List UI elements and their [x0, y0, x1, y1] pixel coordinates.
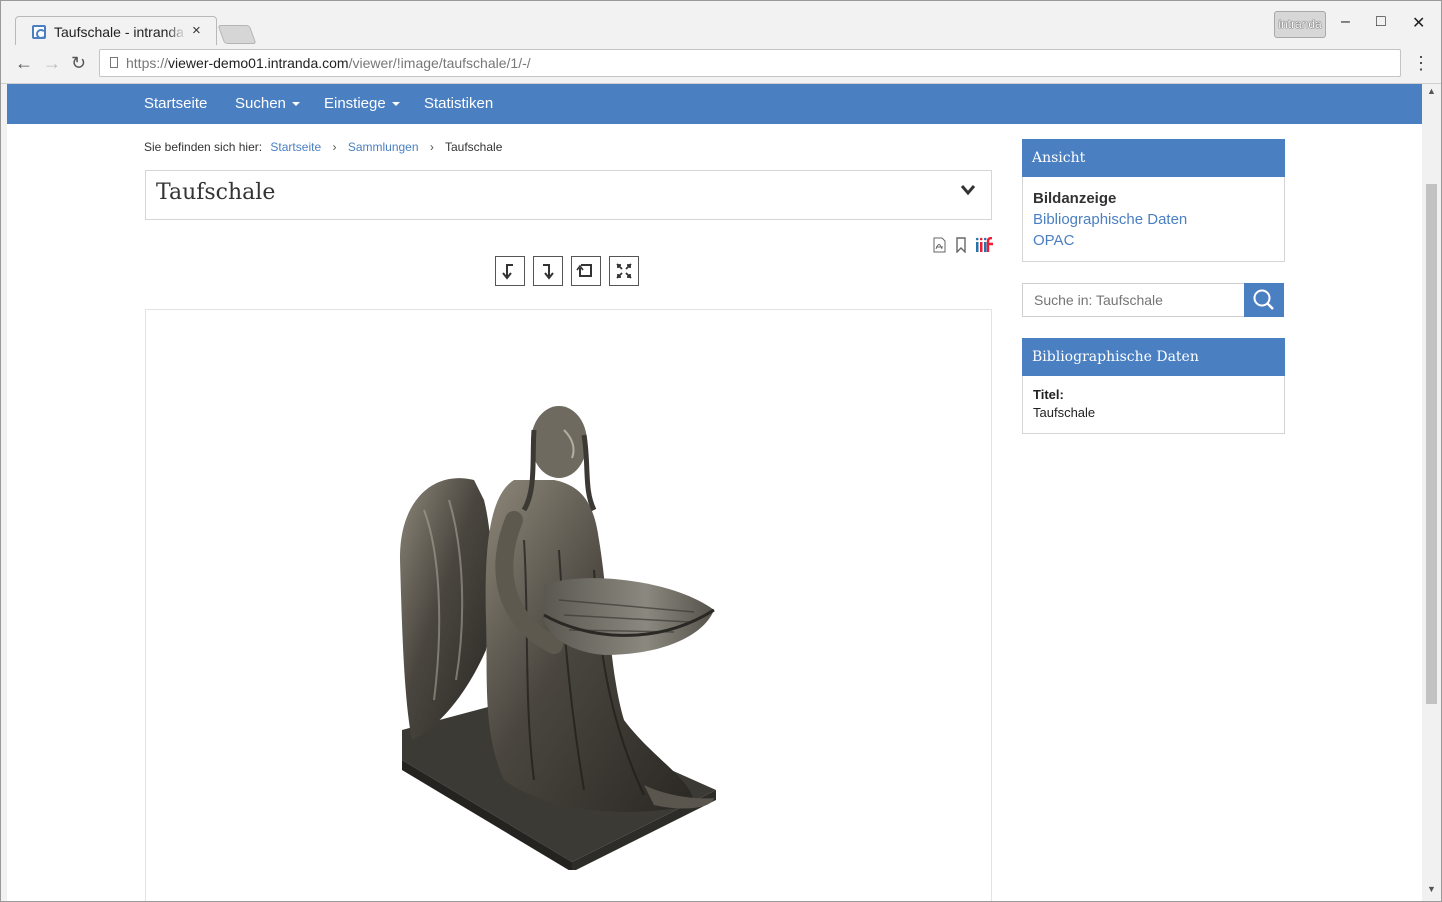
- url-path: /viewer/!image/taufschale/1/-/: [348, 55, 531, 71]
- breadcrumb-current: Taufschale: [445, 140, 503, 154]
- address-bar[interactable]: https://viewer-demo01.intranda.com/viewe…: [99, 49, 1401, 77]
- nav-startseite[interactable]: Startseite: [144, 95, 207, 112]
- url-host: viewer-demo01.intranda.com: [168, 55, 349, 71]
- search-icon: [1253, 289, 1274, 310]
- nav-suchen[interactable]: Suchen: [235, 95, 300, 112]
- biblio-widget-heading: Bibliographische Daten: [1022, 338, 1285, 376]
- biblio-field-value: Taufschale: [1033, 405, 1096, 420]
- breadcrumb-prefix: Sie befinden sich hier:: [144, 140, 263, 154]
- view-widget-heading: Ansicht: [1022, 139, 1285, 177]
- dropdown-caret-icon: [391, 102, 400, 107]
- pdf-icon[interactable]: [933, 237, 946, 253]
- fullscreen-icon: [616, 263, 632, 279]
- search-button[interactable]: [1244, 283, 1284, 317]
- fullscreen-button[interactable]: [609, 256, 639, 286]
- rotate-left-button[interactable]: [495, 256, 525, 286]
- biblio-widget: Titel: Taufschale: [1022, 376, 1285, 434]
- back-icon[interactable]: ←: [15, 53, 33, 74]
- chevron-down-icon[interactable]: [961, 183, 975, 197]
- rotate-right-icon: [543, 264, 554, 280]
- breadcrumb-separator: ›: [429, 140, 434, 154]
- page-viewport: Startseite Suchen Einstiege Statistiken …: [7, 84, 1422, 901]
- main-navbar: Startseite Suchen Einstiege Statistiken: [7, 84, 1422, 124]
- view-widget: Bildanzeige Bibliographische Daten OPAC: [1022, 177, 1285, 262]
- nav-statistiken-label: Statistiken: [424, 95, 494, 112]
- dropdown-caret-icon: [291, 102, 300, 107]
- reload-icon[interactable]: ↻: [71, 53, 86, 74]
- breadcrumb-separator: ›: [332, 140, 337, 154]
- page-info-icon[interactable]: [110, 57, 118, 68]
- reset-view-icon: [576, 264, 592, 277]
- view-item-opac[interactable]: OPAC: [1033, 232, 1074, 249]
- browser-toolbar: ← → ↻ https://viewer-demo01.intranda.com…: [1, 45, 1441, 84]
- minimize-icon[interactable]: –: [1341, 13, 1350, 31]
- nav-startseite-label: Startseite: [144, 95, 208, 112]
- image-viewer[interactable]: [145, 309, 992, 901]
- maximize-icon[interactable]: □: [1376, 13, 1386, 31]
- intranda-favicon-icon: [32, 25, 46, 39]
- close-window-icon[interactable]: ✕: [1412, 13, 1425, 33]
- scroll-up-icon[interactable]: ▲: [1427, 86, 1436, 96]
- view-item-bibliographische-daten[interactable]: Bibliographische Daten: [1033, 211, 1187, 228]
- reset-view-button[interactable]: [571, 256, 601, 286]
- profile-button[interactable]: intranda: [1274, 11, 1326, 38]
- biblio-field-label: Titel:: [1033, 387, 1064, 402]
- page-title: Taufschale: [156, 180, 276, 205]
- nav-suchen-label: Suchen: [235, 95, 286, 112]
- bookmark-icon[interactable]: [955, 237, 967, 253]
- iiif-icon[interactable]: [975, 237, 995, 253]
- url-text: https://viewer-demo01.intranda.com/viewe…: [126, 55, 531, 71]
- rotate-left-icon: [502, 264, 513, 280]
- browser-menu-icon[interactable]: ⋮: [1412, 53, 1430, 74]
- record-title-box[interactable]: Taufschale: [145, 170, 992, 220]
- browser-tab[interactable]: Taufschale - intranda ×: [15, 16, 217, 47]
- forward-icon[interactable]: →: [43, 53, 61, 74]
- nav-einstiege[interactable]: Einstiege: [324, 95, 400, 112]
- breadcrumb-sammlungen[interactable]: Sammlungen: [348, 140, 419, 154]
- tab-strip: Taufschale - intranda × intranda – □ ✕: [1, 1, 1441, 47]
- nav-statistiken[interactable]: Statistiken: [424, 95, 493, 112]
- angel-statue-image: [399, 406, 716, 870]
- page-scrollbar[interactable]: ▲ ▼: [1422, 84, 1441, 901]
- new-tab-button[interactable]: [217, 25, 257, 44]
- rotate-right-button[interactable]: [533, 256, 563, 286]
- nav-einstiege-label: Einstiege: [324, 95, 386, 112]
- breadcrumb: Sie befinden sich hier: Startseite › Sam…: [144, 140, 502, 154]
- scroll-down-icon[interactable]: ▼: [1427, 884, 1436, 894]
- search-input[interactable]: [1022, 283, 1245, 317]
- scrollbar-thumb[interactable]: [1426, 184, 1437, 704]
- tab-close-icon[interactable]: ×: [192, 22, 201, 39]
- browser-window: Taufschale - intranda × intranda – □ ✕ ←…: [0, 0, 1442, 902]
- breadcrumb-startseite[interactable]: Startseite: [270, 140, 321, 154]
- tab-title: Taufschale - intranda: [54, 24, 184, 40]
- url-scheme: https://: [126, 55, 169, 71]
- view-item-bildanzeige[interactable]: Bildanzeige: [1033, 190, 1116, 207]
